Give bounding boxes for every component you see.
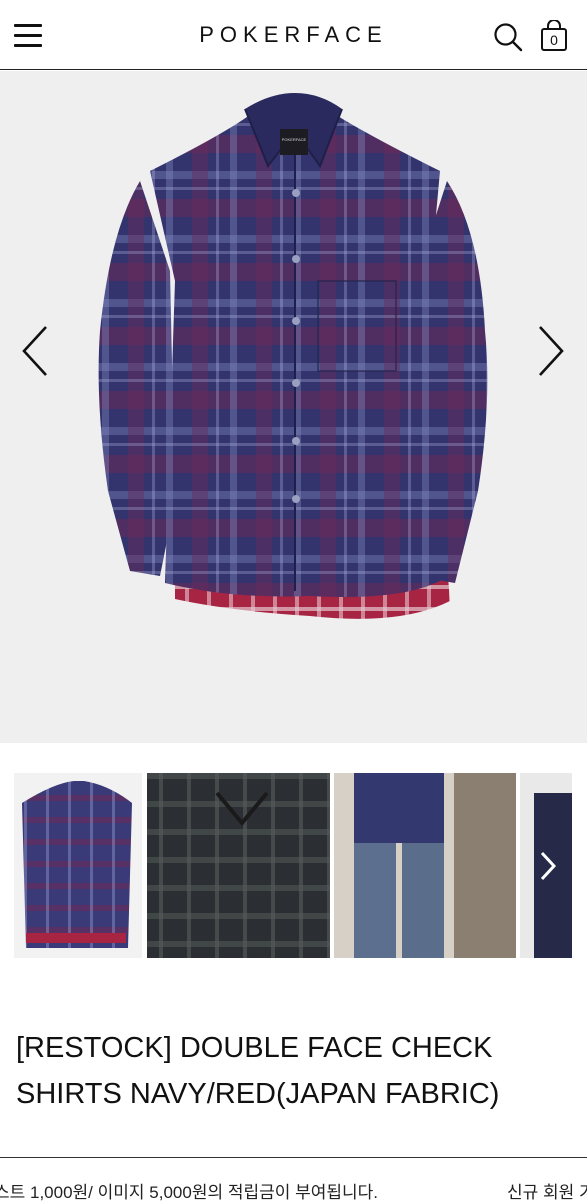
product-title: [RESTOCK] DOUBLE FACE CHECK SHIRTS NAVY/…	[16, 1025, 556, 1117]
product-main-image: POKERFACE	[0, 71, 587, 743]
cart-count: 0	[550, 32, 558, 48]
chevron-right-icon	[539, 326, 564, 376]
prev-image-button[interactable]	[16, 321, 56, 381]
product-title-line-1: [RESTOCK] DOUBLE FACE CHECK	[16, 1032, 493, 1064]
chevron-right-icon	[540, 851, 557, 881]
thumbnail-strip	[0, 773, 587, 958]
product-title-line-2: SHIRTS NAVY/RED(JAPAN FABRIC)	[16, 1078, 500, 1110]
new-member-notice-text: 신규 회원 기	[507, 1183, 587, 1201]
reward-notice-text: 스트 1,000원/ 이미지 5,000원의 적립금이 부여됩니다.	[0, 1183, 379, 1201]
thumbnail-3[interactable]	[334, 773, 516, 958]
thumbnail-1[interactable]	[14, 773, 142, 958]
chevron-left-icon	[22, 326, 47, 376]
thumbnail-next-button[interactable]	[530, 843, 570, 889]
thumbnail-2[interactable]	[147, 773, 330, 958]
top-header: POKERFACE 0	[0, 0, 587, 70]
plaid-shirt-image: POKERFACE	[98, 93, 488, 619]
reward-notice-bar: 스트 1,000원/ 이미지 5,000원의 적립금이 부여됩니다. 신규 회원…	[0, 1157, 587, 1201]
shopping-bag-icon[interactable]: 0	[539, 19, 569, 52]
search-icon[interactable]	[493, 22, 523, 52]
next-image-button[interactable]	[532, 321, 572, 381]
shirt-tag-label: POKERFACE	[282, 137, 307, 142]
